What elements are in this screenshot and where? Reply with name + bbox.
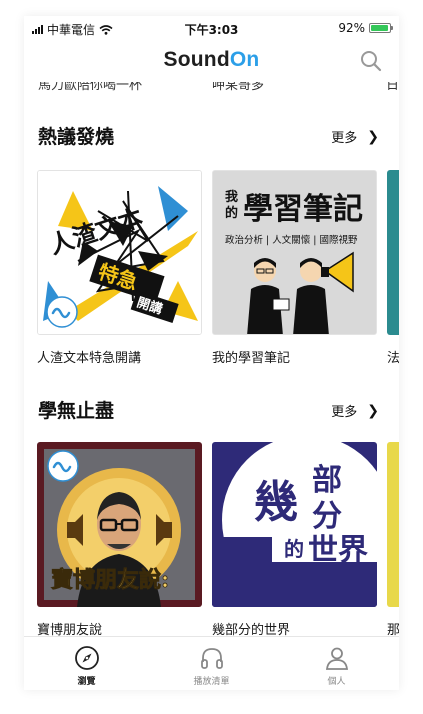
more-button[interactable]: 更多 ❯ — [331, 127, 379, 147]
podcast-title[interactable]: 人渣文本特急開講 — [37, 347, 202, 366]
list-item-title[interactable]: 日 — [386, 82, 399, 92]
app-screen: 中華電信 下午3:03 92% SoundOn 馬力歐陪你喝一杯 呷某哥多 日 … — [24, 16, 399, 690]
section-title: 熱議發燒 — [38, 126, 115, 148]
podcast-title[interactable]: 法 — [387, 347, 399, 366]
podcast-card-partial[interactable]: 法 — [387, 170, 399, 370]
tab-bar: 瀏覽 播放清單 個人 — [24, 636, 399, 690]
headphones-icon — [200, 648, 223, 669]
battery-icon — [369, 23, 393, 33]
podcast-cover[interactable]: 幾 部 分 的 世界 — [212, 442, 377, 607]
compass-icon — [74, 646, 99, 670]
svg-text:世界: 世界 — [308, 533, 368, 568]
tab-profile[interactable]: 個人 — [274, 637, 399, 690]
podcast-card[interactable]: 寶博朋友說: 寶博朋友說 — [37, 442, 202, 638]
cover-art-jibufen: 幾 部 分 的 世界 — [212, 442, 377, 607]
chevron-right-icon: ❯ — [367, 402, 379, 419]
chevron-right-icon: ❯ — [367, 128, 379, 145]
app-header: SoundOn — [24, 38, 399, 82]
tab-playlist[interactable]: 播放清單 — [149, 637, 274, 690]
soundon-badge-icon — [46, 296, 78, 328]
svg-text:部: 部 — [312, 463, 342, 498]
soundon-badge-icon — [47, 450, 79, 482]
tab-browse[interactable]: 瀏覽 — [24, 637, 149, 690]
tab-label: 瀏覽 — [77, 677, 96, 687]
podcast-cover[interactable] — [387, 170, 399, 335]
podcast-cover[interactable]: 寶博朋友說: — [37, 442, 202, 607]
tab-label: 個人 — [327, 677, 346, 687]
podcast-title[interactable]: 我的學習筆記 — [212, 347, 377, 366]
previous-row-titles: 馬力歐陪你喝一杯 呷某哥多 日 — [24, 82, 399, 92]
svg-text:的: 的 — [225, 205, 238, 221]
podcast-cover[interactable] — [387, 442, 399, 607]
svg-text:我: 我 — [225, 189, 238, 205]
podcast-card-partial[interactable]: 那 — [387, 442, 399, 642]
list-item-title[interactable]: 馬力歐陪你喝一杯 — [38, 82, 142, 92]
svg-text:分: 分 — [312, 499, 342, 534]
soundon-logo: SoundOn — [163, 48, 260, 71]
cover-art-baobo: 寶博朋友說: — [37, 442, 202, 607]
podcast-cover[interactable]: 人渣文本 特急 開講 — [37, 170, 202, 335]
podcast-card[interactable]: 人渣文本 特急 開講 人渣文本特急開講 — [37, 170, 202, 366]
podcast-cover[interactable]: 我 的 學習筆記 政治分析 | 人文關懷 | 國際視野 — [212, 170, 377, 335]
section-title: 學無止盡 — [38, 400, 115, 422]
cover-title-text: 寶博朋友說: — [51, 567, 169, 593]
search-icon[interactable] — [359, 49, 383, 73]
podcast-card[interactable]: 幾 部 分 的 世界 幾部分的世界 — [212, 442, 377, 638]
podcast-card[interactable]: 我 的 學習筆記 政治分析 | 人文關懷 | 國際視野 我的學習筆記 — [212, 170, 377, 366]
cover-art-renzha: 人渣文本 特急 開講 — [38, 171, 201, 334]
person-icon — [325, 647, 348, 670]
status-bar: 中華電信 下午3:03 92% — [24, 16, 399, 38]
tab-label: 播放清單 — [193, 677, 230, 687]
battery-percent: 92% — [338, 21, 365, 35]
list-item-title[interactable]: 呷某哥多 — [212, 82, 264, 92]
svg-text:幾: 幾 — [254, 477, 298, 528]
more-button[interactable]: 更多 ❯ — [331, 401, 379, 421]
svg-text:學習筆記: 學習筆記 — [243, 192, 363, 227]
svg-text:的: 的 — [284, 537, 304, 561]
svg-text:政治分析 | 人文關懷 | 國際視野: 政治分析 | 人文關懷 | 國際視野 — [225, 234, 358, 246]
cover-art-study-notes: 我 的 學習筆記 政治分析 | 人文關懷 | 國際視野 — [213, 171, 376, 334]
